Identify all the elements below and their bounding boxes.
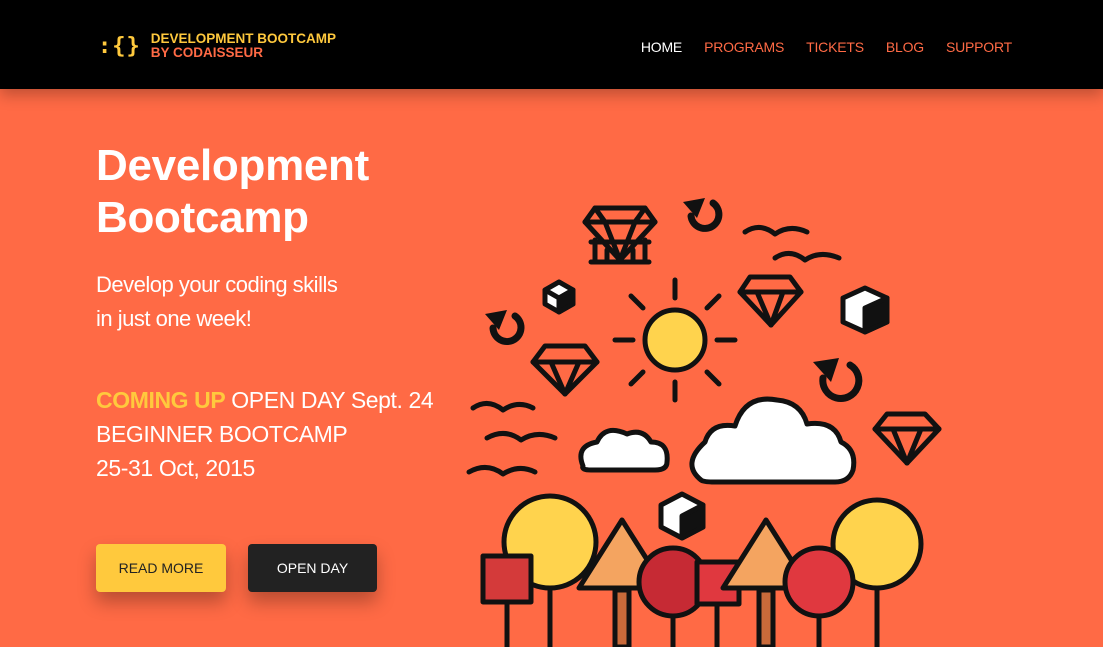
brand-title: DEVELOPMENT BOOTCAMP — [150, 31, 337, 46]
sun-icon — [612, 277, 738, 403]
brand-name: DEVELOPMENT BOOTCAMP BY CODAISSEUR — [151, 32, 336, 60]
diamond-icon — [582, 205, 658, 265]
tree-icon — [782, 545, 856, 647]
logo-brace-icon: :{} — [98, 33, 141, 59]
coming-up-label: COMING UP — [96, 387, 226, 413]
cube-icon — [840, 285, 890, 335]
cloud-icon — [578, 427, 670, 473]
tagline-line1: Develop your coding skills — [96, 272, 338, 297]
diamond-icon — [530, 343, 600, 397]
bootcamp-dates: 25-31 Oct, 2015 — [96, 455, 255, 481]
nav-blog[interactable]: BLOG — [886, 39, 924, 55]
main-nav: HOME PROGRAMS TICKETS BLOG SUPPORT — [619, 39, 1012, 55]
diamond-icon — [872, 411, 942, 466]
hero-illustration — [466, 198, 942, 647]
tagline-line2: in just one week! — [96, 306, 252, 331]
nav-support[interactable]: SUPPORT — [946, 39, 1012, 55]
hero-tagline: Develop your coding skills in just one w… — [96, 268, 338, 336]
cube-icon — [542, 279, 576, 315]
bootcamp-name: BEGINNER BOOTCAMP — [96, 421, 348, 447]
brand-logo[interactable]: :{} DEVELOPMENT BOOTCAMP BY CODAISSEUR — [98, 32, 336, 60]
hero-title-line1: Development — [96, 141, 369, 190]
tree-icon — [480, 553, 534, 647]
nav-home[interactable]: HOME — [641, 39, 682, 55]
nav-tickets[interactable]: TICKETS — [806, 39, 864, 55]
event-line-open-day: COMING UP OPEN DAY Sept. 24 — [96, 383, 434, 417]
cube-icon — [658, 491, 706, 541]
open-day-date: OPEN DAY Sept. 24 — [231, 387, 434, 413]
hero-title: Development Bootcamp — [96, 140, 369, 244]
cloud-icon — [689, 396, 857, 485]
diamond-icon — [737, 274, 804, 328]
brand-subtitle: BY CODAISSEUR — [150, 45, 264, 60]
upcoming-events: COMING UP OPEN DAY Sept. 24 BEGINNER BOO… — [96, 383, 434, 485]
nav-programs[interactable]: PROGRAMS — [704, 39, 784, 55]
hero-title-line2: Bootcamp — [96, 193, 309, 242]
top-navbar: :{} DEVELOPMENT BOOTCAMP BY CODAISSEUR H… — [0, 0, 1103, 89]
open-day-button[interactable]: OPEN DAY — [248, 544, 377, 592]
read-more-button[interactable]: READ MORE — [96, 544, 226, 592]
